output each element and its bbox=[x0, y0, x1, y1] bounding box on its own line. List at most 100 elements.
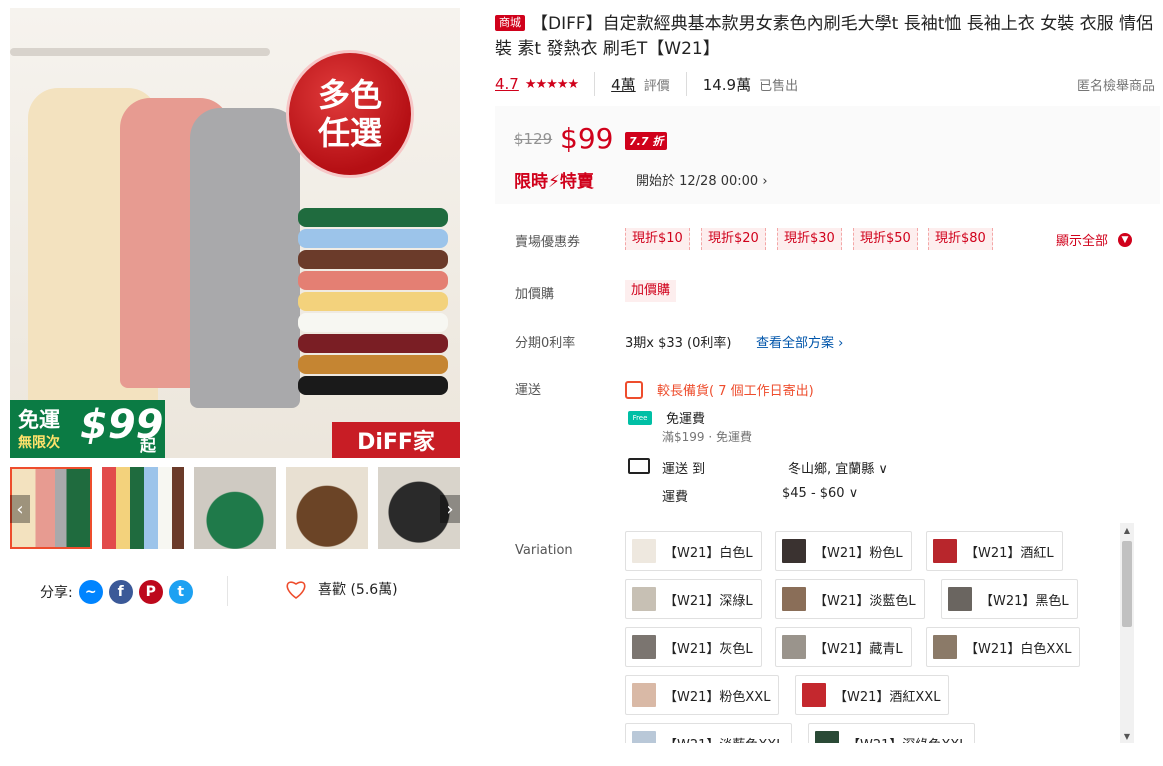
variation-label-text: 【W21】白色L bbox=[664, 545, 753, 561]
installment-plans-link[interactable]: 查看全部方案 › bbox=[756, 332, 843, 351]
variation-label: Variation bbox=[515, 543, 573, 558]
thumbnail-2[interactable] bbox=[102, 467, 184, 549]
variation-scrollbar[interactable]: ▲ ▼ bbox=[1120, 523, 1134, 743]
messenger-icon[interactable]: ~ bbox=[78, 580, 103, 604]
show-all-vouchers-button[interactable]: 顯示全部 ▼ bbox=[1056, 230, 1133, 249]
free-shipping-truck-icon: Free bbox=[628, 410, 652, 425]
installment-label: 分期0利率 bbox=[515, 336, 576, 351]
variation-option[interactable]: 【W21】淡藍色XXL bbox=[625, 723, 793, 743]
pinterest-icon[interactable]: P bbox=[138, 580, 163, 604]
scroll-up-icon[interactable]: ▲ bbox=[1120, 523, 1134, 537]
variation-thumb bbox=[782, 635, 806, 659]
free-shipping-promo: 免運 無限次 $99 起 bbox=[10, 400, 165, 458]
variation-label-text: 【W21】酒紅XXL bbox=[834, 689, 941, 705]
variation-label-text: 【W21】白色XXL bbox=[965, 641, 1072, 657]
variation-label-text: 【W21】粉色XXL bbox=[664, 689, 771, 705]
variation-option[interactable]: 【W21】藏青L bbox=[775, 627, 912, 667]
rating-value[interactable]: 4.7 bbox=[495, 75, 519, 93]
report-link[interactable]: 匿名檢舉商品 bbox=[1077, 75, 1155, 94]
badge-line-1: 多色 bbox=[317, 76, 382, 114]
shipping-fee-label: 運費 bbox=[662, 490, 689, 505]
scrollbar-thumb[interactable] bbox=[1122, 541, 1132, 627]
variation-options: 【W21】白色L 【W21】粉色L 【W21】酒紅L 【W21】深綠L 【W21… bbox=[625, 531, 1117, 743]
voucher-chip[interactable]: 現折$50 bbox=[853, 228, 918, 250]
variation-label-text: 【W21】淡藍色L bbox=[814, 593, 916, 609]
variation-option[interactable]: 【W21】粉色XXL bbox=[625, 675, 780, 715]
variation-thumb bbox=[632, 587, 656, 611]
voucher-chip[interactable]: 現折$30 bbox=[777, 228, 842, 250]
promo-line-2: 無限次 bbox=[18, 435, 60, 451]
sold-count: 14.9萬 bbox=[702, 75, 752, 94]
gallery-prev-button[interactable]: ‹ bbox=[10, 495, 30, 523]
variation-label-text: 【W21】粉色L bbox=[814, 545, 903, 561]
preparation-time: 較長備貨( 7 個工作日寄出) bbox=[625, 380, 814, 399]
voucher-chip[interactable]: 現折$80 bbox=[928, 228, 993, 250]
variation-option[interactable]: 【W21】深綠L bbox=[625, 579, 762, 619]
shipping-label: 運送 bbox=[515, 383, 542, 398]
variation-thumb bbox=[802, 683, 826, 707]
flash-sale-label: 限時⚡特賣 bbox=[514, 172, 594, 192]
stats-divider bbox=[594, 72, 596, 96]
reviews-count[interactable]: 4萬 bbox=[611, 74, 636, 95]
ship-to-dropdown[interactable]: 冬山鄉, 宜蘭縣 ∨ bbox=[788, 458, 888, 477]
share-divider bbox=[227, 576, 228, 606]
truck-icon bbox=[628, 458, 650, 474]
thumbnail-gallery: ‹ › bbox=[10, 467, 460, 551]
variation-label-text: 【W21】深綠色XXL bbox=[847, 734, 966, 744]
variation-label-text: 【W21】藏青L bbox=[814, 641, 903, 657]
variation-thumb bbox=[782, 587, 806, 611]
promo-line-1: 免運 bbox=[18, 408, 60, 432]
like-count: 喜歡 (5.6萬) bbox=[318, 582, 398, 598]
product-main-image[interactable]: 多色 任選 免運 無限次 $99 起 DiFF家 bbox=[10, 8, 460, 458]
free-shipping-condition: 滿$199 · 免運費 bbox=[662, 430, 752, 444]
heart-icon bbox=[286, 581, 306, 599]
variation-thumb bbox=[632, 683, 656, 707]
clothes-rail bbox=[10, 48, 270, 56]
sold-label: 已售出 bbox=[759, 78, 799, 94]
reviews-label: 評價 bbox=[643, 78, 670, 94]
variation-option[interactable]: 【W21】酒紅XXL bbox=[795, 675, 950, 715]
brand-logo: DiFF家 bbox=[332, 422, 460, 458]
variation-option[interactable]: 【W21】淡藍色L bbox=[775, 579, 925, 619]
variation-thumb bbox=[948, 587, 972, 611]
scroll-down-icon[interactable]: ▼ bbox=[1120, 729, 1134, 743]
product-stats: 4.7 ★★★★★ 4萬 評價 14.9萬 已售出 匿名檢舉商品 bbox=[495, 72, 1155, 96]
variation-thumb bbox=[782, 539, 806, 563]
gallery-next-button[interactable]: › bbox=[440, 495, 460, 523]
variation-option[interactable]: 【W21】酒紅L bbox=[926, 531, 1063, 571]
grey-sweatshirt bbox=[190, 108, 300, 408]
variation-option[interactable]: 【W21】白色L bbox=[625, 531, 762, 571]
voucher-chip[interactable]: 現折$10 bbox=[625, 228, 690, 250]
share-bar: 分享: ~ f P t bbox=[40, 578, 193, 606]
badge-line-2: 任選 bbox=[317, 114, 382, 152]
flash-sale-start[interactable]: 開始於 12/28 00:00 › bbox=[636, 170, 768, 189]
shipping-fee-dropdown[interactable]: $45 - $60 ∨ bbox=[782, 486, 858, 501]
variation-option[interactable]: 【W21】灰色L bbox=[625, 627, 762, 667]
product-title: 商城 【DIFF】自定款經典基本款男女素色內刷毛大學t 長袖t恤 長袖上衣 女裝 … bbox=[495, 12, 1155, 62]
variation-thumb bbox=[933, 539, 957, 563]
product-page: 多色 任選 免運 無限次 $99 起 DiFF家 ‹ › 分享: ~ f P t… bbox=[0, 0, 1163, 766]
voucher-chip[interactable]: 現折$20 bbox=[701, 228, 766, 250]
variation-label-text: 【W21】黑色L bbox=[980, 593, 1069, 609]
variation-option[interactable]: 【W21】黑色L bbox=[941, 579, 1078, 619]
variation-label-text: 【W21】灰色L bbox=[664, 641, 753, 657]
addon-tag[interactable]: 加價購 bbox=[625, 280, 677, 302]
free-shipping-title: 免運費 bbox=[666, 412, 706, 427]
calendar-icon bbox=[625, 380, 643, 399]
discount-badge: 7.7 折 bbox=[625, 132, 668, 150]
price-section: $129 $99 7.7 折 限時⚡特賣 開始於 12/28 00:00 › bbox=[495, 106, 1160, 204]
variation-option[interactable]: 【W21】白色XXL bbox=[926, 627, 1081, 667]
chevron-down-icon: ▼ bbox=[1118, 232, 1133, 247]
folded-shirt-stack bbox=[298, 208, 448, 397]
like-button[interactable]: 喜歡 (5.6萬) bbox=[284, 578, 398, 600]
variation-option[interactable]: 【W21】粉色L bbox=[775, 531, 912, 571]
thumbnail-4[interactable] bbox=[286, 467, 368, 549]
variation-thumb bbox=[632, 635, 656, 659]
variation-option[interactable]: 【W21】深綠色XXL bbox=[808, 723, 976, 744]
preparation-text: 較長備貨( 7 個工作日寄出) bbox=[657, 384, 814, 399]
multicolor-badge: 多色 任選 bbox=[286, 50, 414, 178]
thumbnail-3[interactable] bbox=[194, 467, 276, 549]
facebook-icon[interactable]: f bbox=[108, 580, 133, 604]
twitter-icon[interactable]: t bbox=[168, 580, 193, 604]
show-all-label: 顯示全部 bbox=[1056, 234, 1109, 249]
